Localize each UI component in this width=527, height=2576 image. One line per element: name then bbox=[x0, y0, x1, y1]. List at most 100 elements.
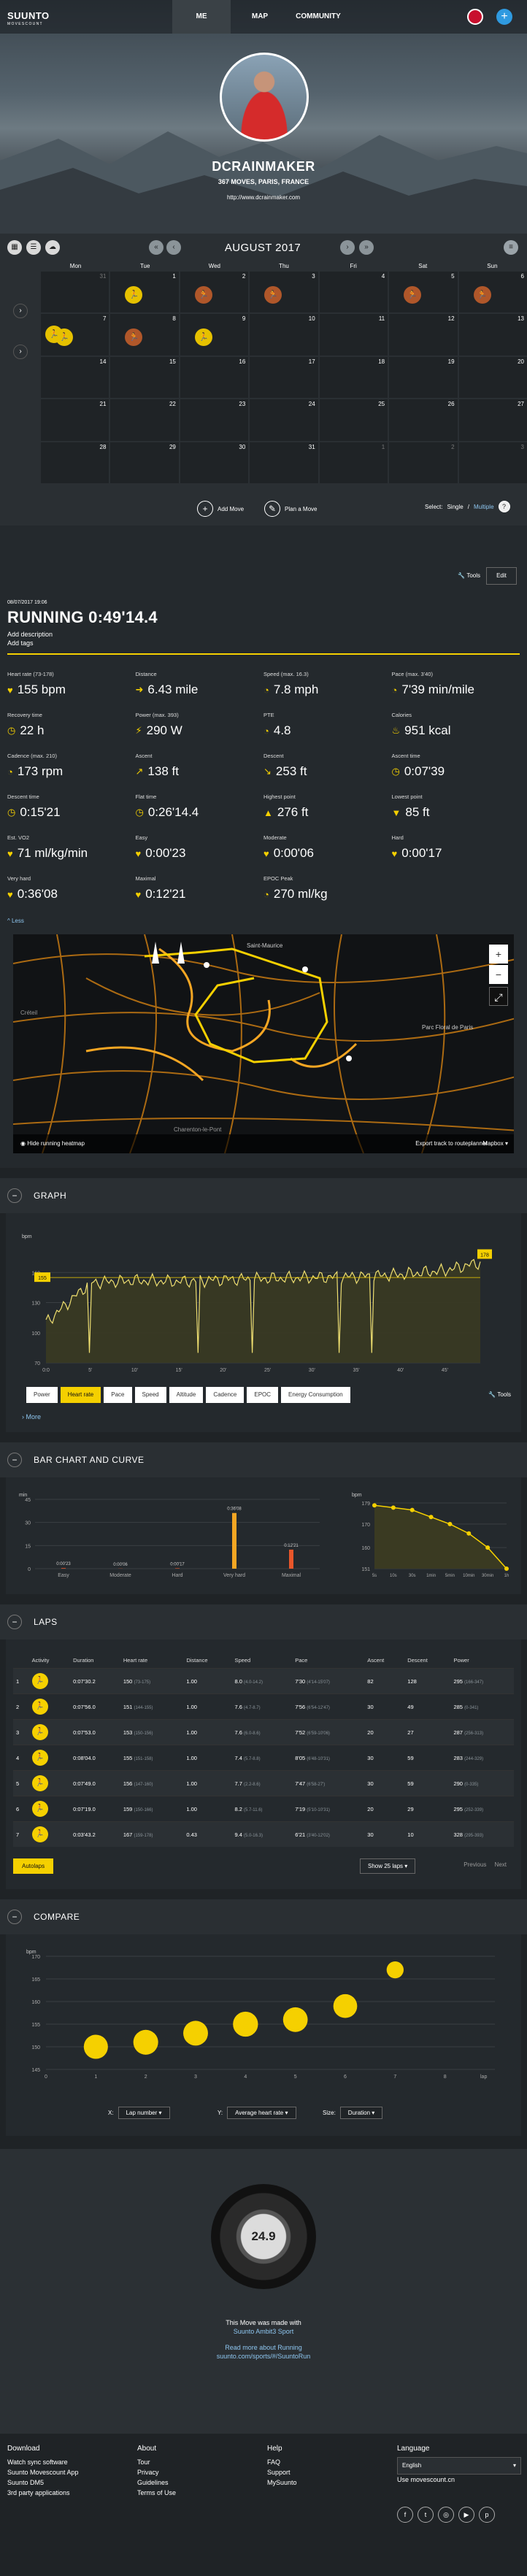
column-header[interactable] bbox=[13, 1653, 29, 1669]
calendar-day[interactable]: 27 bbox=[458, 399, 527, 441]
collapse-icon[interactable]: − bbox=[7, 1453, 22, 1467]
activity-run-icon[interactable]: 🏃 bbox=[404, 286, 422, 304]
column-header[interactable]: Speed bbox=[231, 1653, 293, 1669]
footer-link[interactable]: MySuunto bbox=[267, 2477, 297, 2488]
column-header[interactable]: Heart rate bbox=[120, 1653, 184, 1669]
calendar-day[interactable]: 15 bbox=[110, 356, 179, 399]
heart-rate-chart[interactable]: bpm701001301600:05'10'15'20'25'30'35'40'… bbox=[6, 1213, 521, 1381]
export-track-link[interactable]: Export track to routeplanner bbox=[415, 1140, 488, 1147]
calendar-view-icon[interactable]: ▦ bbox=[7, 240, 22, 255]
calendar-day[interactable]: 16 bbox=[180, 356, 249, 399]
calendar-day[interactable]: 28 bbox=[41, 442, 109, 483]
select-single[interactable]: Single bbox=[447, 504, 463, 510]
edit-button[interactable]: Edit bbox=[486, 567, 517, 585]
collapse-icon[interactable]: − bbox=[7, 1615, 22, 1629]
footer-link[interactable]: Terms of Use bbox=[137, 2488, 176, 2498]
calendar-day[interactable]: 31 bbox=[41, 272, 109, 313]
bar[interactable] bbox=[289, 1549, 293, 1569]
graph-tab[interactable]: Altitude bbox=[169, 1387, 204, 1403]
graph-tab[interactable]: Cadence bbox=[206, 1387, 245, 1403]
calendar-day[interactable]: 1 🏃 bbox=[110, 272, 179, 313]
bar[interactable] bbox=[175, 1568, 180, 1569]
instagram-icon[interactable]: ◎ bbox=[438, 2507, 454, 2523]
activity-run-icon[interactable]: 🏃 bbox=[125, 328, 143, 347]
x-select-dropdown[interactable]: Lap number ▾ bbox=[118, 2107, 170, 2119]
column-header[interactable]: Power bbox=[450, 1653, 514, 1669]
calendar-day[interactable]: 10 bbox=[250, 314, 318, 355]
compare-chart[interactable]: bpm 145 150 155 160 165 170 0 1 2 3 4 5 6 7 8 lap bbox=[6, 1934, 521, 2095]
curve-point[interactable] bbox=[485, 1545, 491, 1550]
calendar-day[interactable]: 22 bbox=[110, 399, 179, 441]
fullscreen-icon[interactable]: ⤢ bbox=[489, 987, 508, 1006]
curve-point[interactable] bbox=[409, 1507, 415, 1512]
activity-run-icon[interactable]: 🏃 bbox=[194, 286, 212, 304]
graph-tab[interactable]: Pace bbox=[104, 1387, 132, 1403]
footer-link[interactable]: FAQ bbox=[267, 2457, 297, 2467]
help-icon[interactable]: ? bbox=[498, 501, 510, 512]
curve-point[interactable] bbox=[504, 1566, 509, 1571]
calendar-day[interactable]: 26 bbox=[389, 399, 458, 441]
graph-tab[interactable]: EPOC bbox=[247, 1387, 279, 1403]
autolaps-button[interactable]: Autolaps bbox=[13, 1858, 54, 1874]
calendar-day[interactable]: 3 🏃 bbox=[250, 272, 318, 313]
calendar-day[interactable]: 24 bbox=[250, 399, 318, 441]
table-row[interactable]: 7 🏃 0:03'43.2 167 (159-178) 0.43 9.4 (5.0-16.… bbox=[13, 1821, 514, 1847]
graph-tab[interactable]: Power bbox=[26, 1387, 58, 1403]
device-link[interactable]: Suunto Ambit3 Sport bbox=[0, 2327, 527, 2336]
zoom-in-icon[interactable]: + bbox=[489, 945, 508, 964]
week-expand-icon[interactable]: › bbox=[13, 345, 28, 359]
calendar-day[interactable]: 23 bbox=[180, 399, 249, 441]
curve-point[interactable] bbox=[447, 1521, 453, 1526]
calendar-day[interactable]: 31 bbox=[250, 442, 318, 483]
column-header[interactable]: Ascent bbox=[364, 1653, 405, 1669]
footer-link[interactable]: Support bbox=[267, 2467, 297, 2477]
nav-map[interactable]: MAP bbox=[231, 0, 289, 34]
bar[interactable] bbox=[232, 1512, 236, 1569]
curve-point[interactable] bbox=[466, 1531, 472, 1536]
calendar-day[interactable]: 9 🏃 bbox=[180, 314, 249, 355]
laps-per-page-select[interactable]: Show 25 laps ▾ bbox=[360, 1858, 416, 1874]
footer-link[interactable]: Tour bbox=[137, 2457, 176, 2467]
table-row[interactable]: 2 🏃 0:07'56.0 151 (144-155) 1.00 7.6 (4.7-8.7… bbox=[13, 1693, 514, 1720]
menu-icon[interactable]: ≡ bbox=[504, 240, 518, 255]
graph-tab[interactable]: Heart rate bbox=[60, 1387, 101, 1403]
calendar-day[interactable]: 30 bbox=[180, 442, 249, 483]
column-header[interactable]: Descent bbox=[404, 1653, 451, 1669]
calendar-day[interactable]: 1 bbox=[319, 442, 388, 483]
calendar-day[interactable]: 19 bbox=[389, 356, 458, 399]
calendar-day[interactable]: 12 bbox=[389, 314, 458, 355]
footer-link[interactable]: Guidelines bbox=[137, 2477, 176, 2488]
plan-move-button[interactable]: ✎ Plan a Move bbox=[264, 501, 317, 517]
table-row[interactable]: 4 🏃 0:08'04.0 155 (151-158) 1.00 7.4 (5.7-8.8… bbox=[13, 1745, 514, 1771]
suunto-logo[interactable]: SUUNTO MOVESCOUNT bbox=[7, 10, 50, 26]
nav-me[interactable]: ME bbox=[172, 0, 231, 34]
next-year-icon[interactable]: » bbox=[359, 240, 374, 255]
calendar-day[interactable]: 29 bbox=[110, 442, 179, 483]
table-row[interactable]: 6 🏃 0:07'19.0 159 (150-166) 1.00 8.2 (5.7-11.… bbox=[13, 1796, 514, 1822]
calendar-day[interactable]: 5 🏃 bbox=[389, 272, 458, 313]
column-header[interactable]: Pace bbox=[292, 1653, 365, 1669]
size-select-dropdown[interactable]: Duration ▾ bbox=[339, 2107, 383, 2119]
calendar-day[interactable]: 20 bbox=[458, 356, 527, 399]
activity-run-icon[interactable]: 🏃 bbox=[125, 286, 143, 304]
calendar-day[interactable]: 14 bbox=[41, 356, 109, 399]
table-row[interactable]: 3 🏃 0:07'53.0 153 (150-156) 1.00 7.6 (6.0-8.6… bbox=[13, 1719, 514, 1745]
footer-link[interactable]: Suunto DM5 bbox=[7, 2477, 79, 2488]
next-page-button[interactable]: Next bbox=[495, 1861, 507, 1868]
graph-tools-button[interactable]: 🔧 Tools bbox=[488, 1391, 511, 1398]
column-header[interactable]: Duration bbox=[70, 1653, 120, 1669]
footer-link[interactable]: Suunto Movescount App bbox=[7, 2467, 79, 2477]
graph-tab[interactable]: Energy Consumption bbox=[281, 1387, 350, 1403]
graph-tab[interactable]: Speed bbox=[134, 1387, 166, 1403]
pinterest-icon[interactable]: p bbox=[479, 2507, 495, 2523]
user-website-link[interactable]: http://www.dcrainmaker.com bbox=[0, 194, 527, 201]
calendar-day[interactable]: 17 bbox=[250, 356, 318, 399]
calendar-day[interactable]: 4 bbox=[319, 272, 388, 313]
footer-link[interactable]: Privacy bbox=[137, 2467, 176, 2477]
less-toggle[interactable]: ^ Less bbox=[7, 918, 520, 924]
prev-month-icon[interactable]: ‹ bbox=[166, 240, 181, 255]
calendar-day[interactable]: 18 bbox=[319, 356, 388, 399]
add-tags-link[interactable]: Add tags bbox=[7, 639, 520, 647]
curve-point[interactable] bbox=[428, 1515, 434, 1520]
nav-community[interactable]: COMMUNITY bbox=[289, 0, 347, 34]
